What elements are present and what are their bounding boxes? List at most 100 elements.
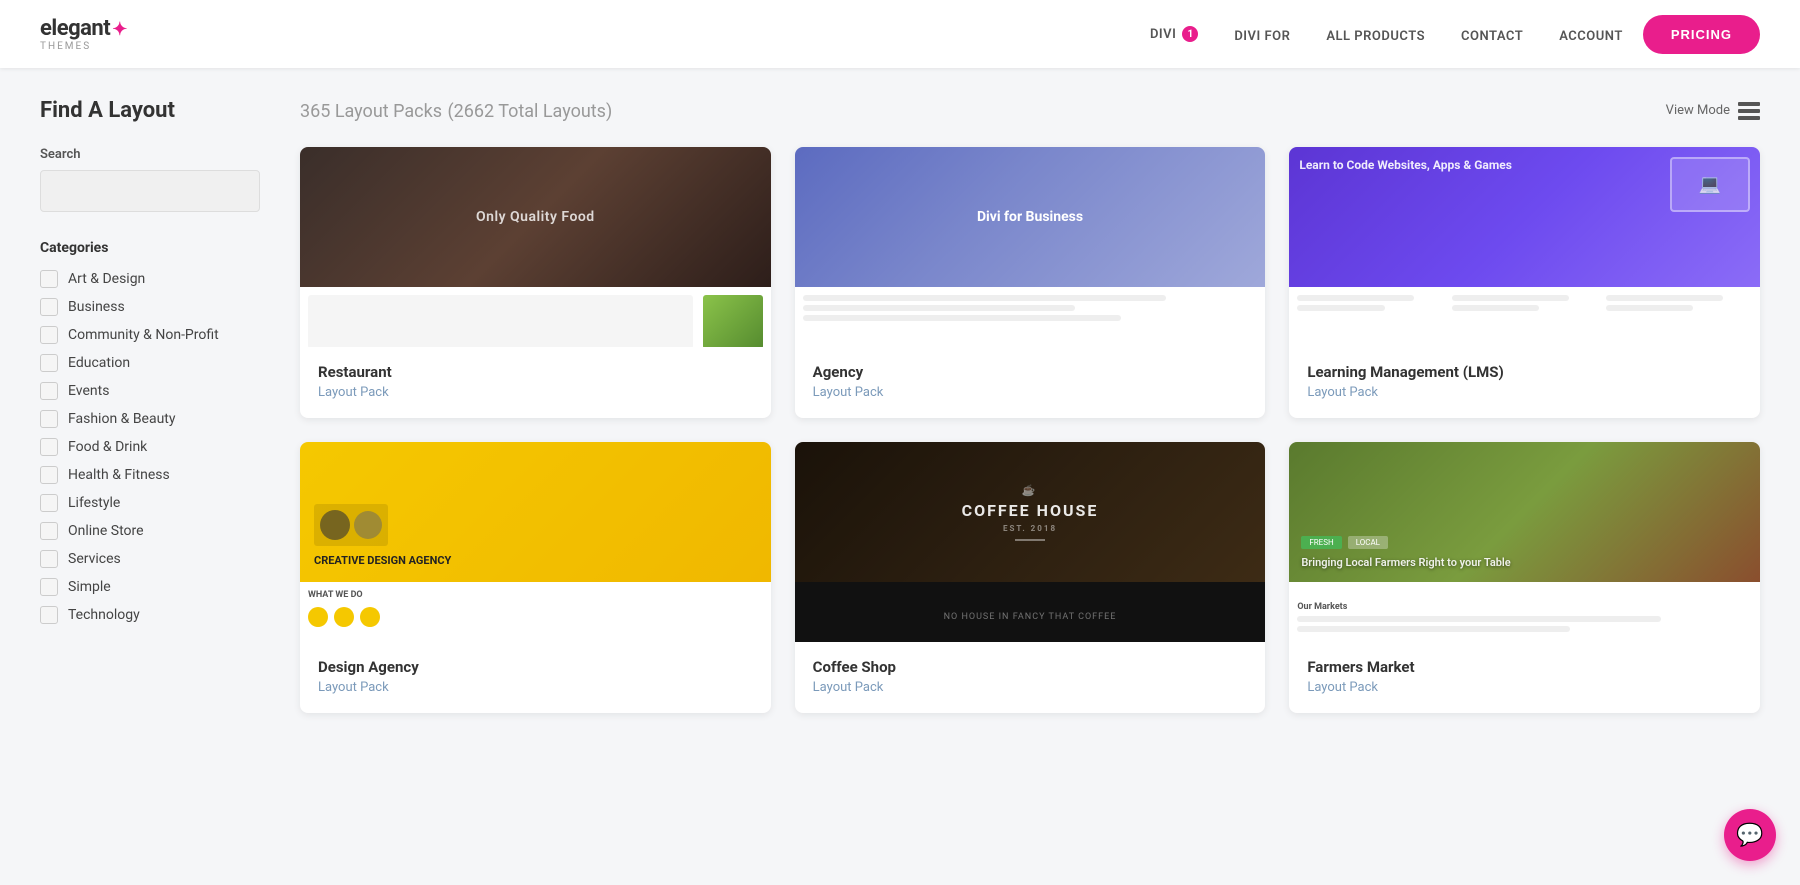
category-label-food-drink: Food & Drink [68, 439, 147, 455]
card-coffee-shop-image-top: ☕ COFFEE HOUSE Est. 2018 [795, 442, 1266, 582]
card-lms-image-bottom [1289, 287, 1760, 347]
category-checkbox-lifestyle[interactable] [40, 494, 58, 512]
search-input[interactable] [40, 170, 260, 212]
pricing-button[interactable]: PRICING [1643, 15, 1760, 54]
nav-link-all-products[interactable]: ALL PRODUCTS [1326, 29, 1425, 44]
card-farmers-bottom-title: Our Markets [1297, 602, 1752, 612]
card-lms-image-text: Learn to Code Websites, Apps & Games [1299, 157, 1670, 174]
category-checkbox-business[interactable] [40, 298, 58, 316]
view-mode-grid-icon[interactable] [1738, 102, 1760, 120]
card-lms-image-top: Learn to Code Websites, Apps & Games 💻 [1289, 147, 1760, 287]
card-agency-info: Agency Layout Pack [795, 347, 1266, 418]
category-item-health-fitness[interactable]: Health & Fitness [40, 466, 260, 484]
categories-title: Categories [40, 240, 260, 256]
card-farmers-market-image-text: Bringing Local Farmers Right to your Tab… [1301, 555, 1510, 570]
nav-link-account[interactable]: ACCOUNT [1559, 29, 1623, 44]
card-farmers-market-image-top: FRESH LOCAL Bringing Local Farmers Right… [1289, 442, 1760, 582]
nav-link-divi-for[interactable]: DIVI FOR [1234, 29, 1290, 44]
category-checkbox-health-fitness[interactable] [40, 466, 58, 484]
laptop-icon: 💻 [1670, 157, 1750, 212]
logo-sub: themes [40, 41, 127, 52]
category-label-technology: Technology [68, 607, 140, 623]
header: elegant✦ themes DIVI 1 DIVI FOR ALL PROD… [0, 0, 1800, 68]
category-label-health-fitness: Health & Fitness [68, 467, 170, 483]
card-coffee-shop[interactable]: ☕ COFFEE HOUSE Est. 2018 NO HOUSE IN FAN… [795, 442, 1266, 713]
card-design-agency-subtitle: Layout Pack [318, 680, 753, 695]
category-item-events[interactable]: Events [40, 382, 260, 400]
card-farmers-market-subtitle: Layout Pack [1307, 680, 1742, 695]
category-item-business[interactable]: Business [40, 298, 260, 316]
category-checkbox-art-design[interactable] [40, 270, 58, 288]
content-area: 365 Layout Packs (2662 Total Layouts) Vi… [300, 98, 1760, 713]
view-mode-control[interactable]: View Mode [1666, 102, 1760, 120]
card-agency-subtitle: Layout Pack [813, 385, 1248, 400]
card-agency-line1 [803, 295, 1167, 301]
logo-star: ✦ [112, 19, 127, 40]
category-checkbox-fashion-beauty[interactable] [40, 410, 58, 428]
card-farmers-market-info: Farmers Market Layout Pack [1289, 642, 1760, 713]
card-restaurant[interactable]: Restaurant Layout Pack [300, 147, 771, 418]
category-item-food-drink[interactable]: Food & Drink [40, 438, 260, 456]
main-nav: DIVI 1 DIVI FOR ALL PRODUCTS CONTACT ACC… [1150, 25, 1623, 44]
card-lms-col2 [1452, 295, 1598, 347]
card-design-agency[interactable]: CREATIVE DESIGN AGENCY WHAT WE DO Design… [300, 442, 771, 713]
category-checkbox-online-store[interactable] [40, 522, 58, 540]
category-list: Art & Design Business Community & Non-Pr… [40, 270, 260, 624]
card-design-agency-image-top: CREATIVE DESIGN AGENCY [300, 442, 771, 582]
category-item-art-design[interactable]: Art & Design [40, 270, 260, 288]
card-design-agency-text: CREATIVE DESIGN AGENCY [314, 554, 757, 568]
card-agency-title: Agency [813, 363, 1248, 381]
card-lms-col1 [1297, 295, 1443, 347]
category-label-online-store: Online Store [68, 523, 144, 539]
layout-count-text: 365 Layout Packs [300, 101, 442, 122]
card-lms-col3 [1606, 295, 1752, 347]
category-label-events: Events [68, 383, 109, 399]
sidebar: Find A Layout Search Categories Art & De… [40, 98, 260, 713]
category-checkbox-technology[interactable] [40, 606, 58, 624]
logo[interactable]: elegant✦ themes [40, 16, 127, 52]
layout-count-area: 365 Layout Packs (2662 Total Layouts) [300, 98, 612, 123]
category-label-community: Community & Non-Profit [68, 327, 219, 343]
category-checkbox-events[interactable] [40, 382, 58, 400]
card-farmers-market-title: Farmers Market [1307, 658, 1742, 676]
sidebar-title: Find A Layout [40, 98, 260, 123]
card-design-agency-title: Design Agency [318, 658, 753, 676]
category-checkbox-education[interactable] [40, 354, 58, 372]
card-agency-image: Divi for Business [795, 147, 1266, 347]
card-lms-title: Learning Management (LMS) [1307, 363, 1742, 381]
category-label-education: Education [68, 355, 130, 371]
card-restaurant-preview-text [308, 295, 693, 347]
category-checkbox-services[interactable] [40, 550, 58, 568]
card-coffee-shop-image: ☕ COFFEE HOUSE Est. 2018 NO HOUSE IN FAN… [795, 442, 1266, 642]
category-label-simple: Simple [68, 579, 111, 595]
divi-badge: 1 [1182, 26, 1198, 42]
card-restaurant-info: Restaurant Layout Pack [300, 347, 771, 418]
nav-item-divi[interactable]: DIVI 1 [1150, 26, 1198, 42]
nav-link-divi[interactable]: DIVI [1150, 27, 1176, 42]
card-coffee-shop-info: Coffee Shop Layout Pack [795, 642, 1266, 713]
card-coffee-shop-title: Coffee Shop [813, 658, 1248, 676]
card-agency[interactable]: Divi for Business Agency Layout Pack [795, 147, 1266, 418]
category-item-community[interactable]: Community & Non-Profit [40, 326, 260, 344]
card-farmers-market[interactable]: FRESH LOCAL Bringing Local Farmers Right… [1289, 442, 1760, 713]
category-item-online-store[interactable]: Online Store [40, 522, 260, 540]
card-restaurant-preview-img [703, 295, 763, 347]
card-lms[interactable]: Learn to Code Websites, Apps & Games 💻 [1289, 147, 1760, 418]
category-item-technology[interactable]: Technology [40, 606, 260, 624]
category-checkbox-simple[interactable] [40, 578, 58, 596]
card-coffee-shop-subtitle: Layout Pack [813, 680, 1248, 695]
card-farmers-bottom-content: Our Markets [1297, 602, 1752, 632]
chat-bubble-button[interactable]: 💬 [1724, 809, 1776, 861]
category-item-fashion-beauty[interactable]: Fashion & Beauty [40, 410, 260, 428]
category-item-services[interactable]: Services [40, 550, 260, 568]
category-label-services: Services [68, 551, 121, 567]
card-design-agency-image: CREATIVE DESIGN AGENCY WHAT WE DO [300, 442, 771, 642]
category-item-simple[interactable]: Simple [40, 578, 260, 596]
category-item-lifestyle[interactable]: Lifestyle [40, 494, 260, 512]
category-item-education[interactable]: Education [40, 354, 260, 372]
search-label: Search [40, 147, 260, 162]
category-label-lifestyle: Lifestyle [68, 495, 120, 511]
nav-link-contact[interactable]: CONTACT [1461, 29, 1523, 44]
category-checkbox-food-drink[interactable] [40, 438, 58, 456]
category-checkbox-community[interactable] [40, 326, 58, 344]
